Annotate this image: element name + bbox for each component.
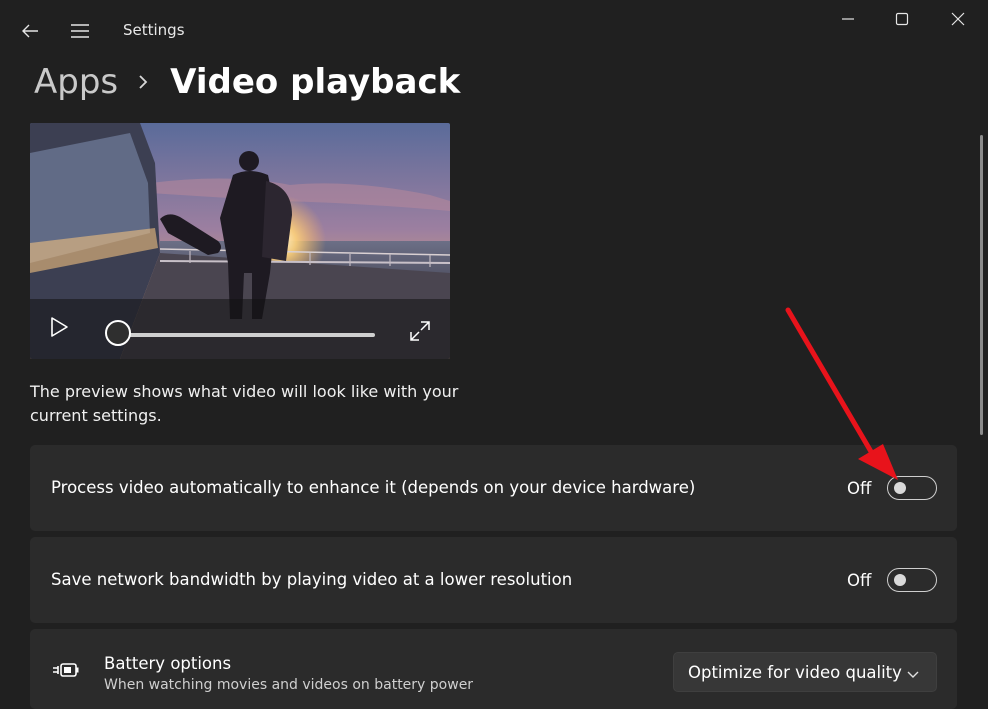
navigation-menu-button[interactable] <box>66 18 94 44</box>
close-icon <box>951 12 965 26</box>
minimize-icon <box>842 18 854 20</box>
save-bandwidth-setting: Save network bandwidth by playing video … <box>30 537 957 623</box>
seek-bar[interactable] <box>120 333 375 337</box>
battery-options-subtitle: When watching movies and videos on batte… <box>104 677 474 693</box>
breadcrumb-apps-link[interactable]: Apps <box>34 62 118 102</box>
process-video-label: Process video automatically to enhance i… <box>51 478 696 497</box>
app-title: Settings <box>123 21 185 39</box>
play-button[interactable] <box>48 315 70 339</box>
process-video-setting: Process video automatically to enhance i… <box>30 445 957 531</box>
process-video-toggle[interactable] <box>887 476 937 500</box>
play-icon <box>51 317 68 337</box>
fullscreen-icon <box>410 321 430 341</box>
save-bandwidth-toggle[interactable] <box>887 568 937 592</box>
battery-plug-icon <box>52 659 80 683</box>
battery-options-selected: Optimize for video quality <box>688 663 902 682</box>
video-preview <box>30 123 450 359</box>
save-bandwidth-state: Off <box>847 571 872 590</box>
page-title: Video playback <box>170 62 461 102</box>
chevron-down-icon <box>906 666 920 680</box>
chevron-right-icon <box>138 74 148 90</box>
toggle-knob <box>894 574 906 586</box>
maximize-button[interactable] <box>884 4 920 34</box>
minimize-button[interactable] <box>830 4 866 34</box>
battery-options-dropdown[interactable]: Optimize for video quality <box>673 652 937 692</box>
maximize-icon <box>895 12 909 26</box>
save-bandwidth-label: Save network bandwidth by playing video … <box>51 570 573 589</box>
seek-thumb[interactable] <box>105 320 131 346</box>
arrow-left-icon <box>22 24 38 38</box>
back-button[interactable] <box>16 18 44 44</box>
battery-options-title: Battery options <box>104 654 232 673</box>
scrollbar[interactable] <box>980 135 983 435</box>
close-button[interactable] <box>940 4 976 34</box>
process-video-state: Off <box>847 479 872 498</box>
hamburger-menu-icon <box>71 24 89 38</box>
breadcrumb: Apps Video playback <box>34 60 460 104</box>
toggle-knob <box>894 482 906 494</box>
title-bar: Settings <box>0 0 988 62</box>
video-controls-bar <box>30 299 450 359</box>
preview-description: The preview shows what video will look l… <box>30 382 459 425</box>
fullscreen-button[interactable] <box>408 319 432 343</box>
battery-options-setting: Battery options When watching movies and… <box>30 629 957 709</box>
